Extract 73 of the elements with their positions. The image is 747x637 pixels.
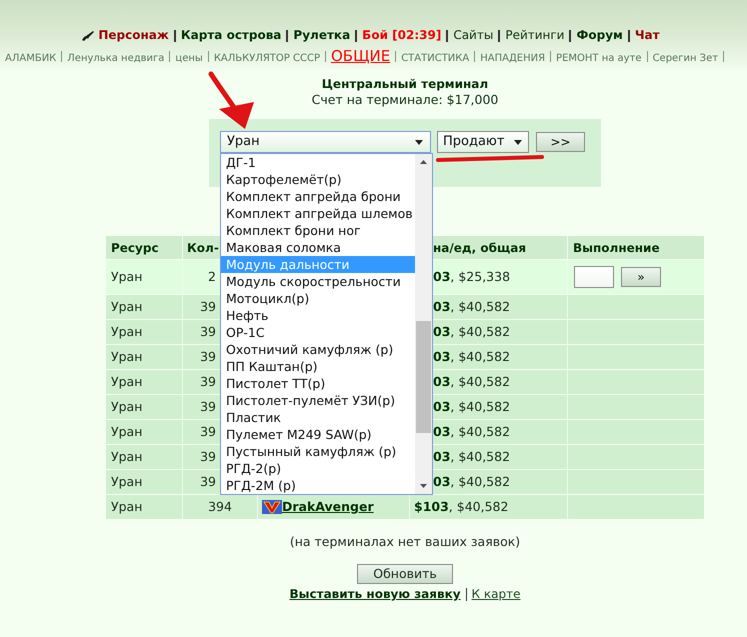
nav-link[interactable]: Сайты [453, 27, 494, 44]
nav-link[interactable]: Бой [02:39] [362, 27, 442, 44]
nav-link[interactable]: Ленулька недвига [67, 52, 164, 65]
table-cell-text: 39 [200, 422, 216, 441]
table-cell-text: 39 [200, 448, 216, 466]
orders-note: (на терминалах нет ваших заявок) [290, 534, 520, 550]
table-cell-text: $103, $40,582 [414, 498, 508, 516]
table-cell-text: 03, $40,582 [433, 422, 510, 441]
rifle-icon [82, 30, 94, 40]
table-cell-text: 2 [208, 268, 216, 286]
resource-select[interactable]: Уран [220, 131, 431, 153]
submit-button[interactable]: >> [536, 132, 585, 152]
nav-link[interactable]: СТАТИСТИКА [401, 52, 470, 65]
table-cell-text: Уран [111, 448, 142, 466]
table-cell-text: 03, $40,582 [433, 398, 510, 416]
caret-icon [514, 140, 522, 144]
arrow-icon [207, 71, 257, 129]
table-cell-text: Уран [111, 372, 142, 391]
table-cell-text: 39 [200, 322, 216, 341]
scroll-up-icon[interactable] [420, 160, 427, 164]
terminal-balance: Счет на терминале: $17,000 [312, 92, 498, 108]
execute-button[interactable]: » [621, 267, 661, 287]
mode-select[interactable]: Продают [437, 131, 529, 153]
table-cell-text: 39 [200, 472, 216, 491]
nav-link[interactable]: Чат [634, 27, 660, 44]
input-field[interactable] [574, 266, 614, 288]
nav-link[interactable]: Персонаж [98, 27, 169, 44]
nav-link[interactable]: НАПАДЕНИЯ [480, 52, 546, 65]
emblem-icon [262, 500, 282, 514]
table-cell-text: 39 [200, 298, 216, 316]
terminal-title: Центральный терминал [322, 76, 488, 92]
table-cell-text: Уран [111, 298, 142, 316]
nav-link[interactable]: РЕМОНТ на ауте [556, 52, 642, 65]
nav-link[interactable]: Форум [576, 27, 623, 44]
table-cell-text: 03, $40,582 [433, 348, 510, 366]
table-cell-text: Уран [111, 498, 142, 516]
table-cell-text: Уран [111, 398, 142, 416]
table-cell-text: 03, $40,582 [433, 472, 510, 491]
table-cell-text: 39 [200, 372, 216, 391]
table-cell-text: 03, $40,582 [433, 322, 510, 341]
footer-link[interactable]: Выставить новую заявку [290, 586, 461, 602]
table-cell-text: Уран [111, 348, 142, 366]
nav-link[interactable]: АЛАМБИК [5, 52, 56, 65]
table-cell-text: 39 [200, 348, 216, 366]
column-header: на/ед, общая [433, 240, 526, 256]
nav-link[interactable]: Карта острова [180, 27, 282, 44]
scroll-thumb[interactable] [416, 321, 431, 433]
table-cell-text: 03, $40,582 [433, 448, 510, 466]
scrollbar[interactable] [415, 154, 432, 494]
caret-icon [415, 140, 423, 144]
nav-link[interactable]: Рулетка [293, 27, 350, 44]
table-cell-text: Уран [111, 322, 142, 341]
column-header: Выполнение [573, 240, 660, 256]
refresh-button[interactable]: Обновить [357, 564, 453, 584]
table-cell-text: 394 [208, 498, 232, 516]
table-cell-text: 03, $25,338 [433, 268, 510, 286]
nav-link[interactable]: ОБЩИЕ [330, 47, 390, 65]
table-cell-text: 39 [200, 398, 216, 416]
nav-link[interactable]: Рейтинги [505, 27, 564, 44]
column-header: Кол- [187, 240, 219, 256]
table-cell-text: Уран [111, 422, 142, 441]
table-cell-text: Уран [111, 268, 142, 286]
column-header: Ресурс [111, 240, 159, 256]
table-cell-text: Уран [111, 472, 142, 491]
nav-link[interactable]: цены [175, 52, 203, 65]
table-cell-text: 03, $40,582 [433, 372, 510, 391]
seller-link[interactable]: DrakAvenger [282, 498, 374, 516]
nav-link[interactable]: КАЛЬКУЛЯТОР СССР [214, 52, 320, 65]
scroll-down-icon[interactable] [420, 484, 427, 488]
footer-link[interactable]: К карте [472, 586, 520, 602]
underline-icon [436, 155, 544, 162]
nav-link[interactable]: Серегин Зет [652, 52, 718, 65]
table-cell-text: 03, $40,582 [433, 298, 510, 316]
